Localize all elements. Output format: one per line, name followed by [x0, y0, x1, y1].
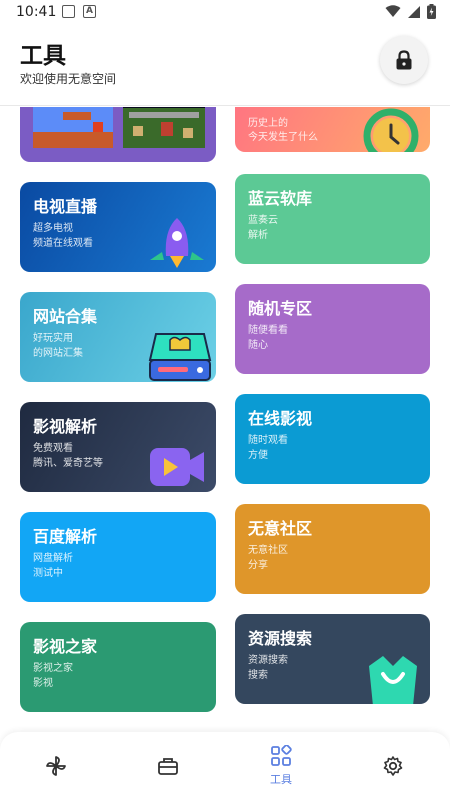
game-card[interactable]: [20, 107, 216, 162]
status-bar: 10:41 A: [0, 0, 450, 26]
nav-toolbox[interactable]: [112, 732, 224, 800]
card-line1: 历史上的: [248, 118, 288, 129]
system-status-icons: [385, 4, 436, 19]
video-camera-icon: [150, 448, 204, 486]
card-line2: 方便: [248, 450, 268, 461]
card-title: 影视之家: [33, 637, 98, 656]
signal-icon: [408, 5, 420, 18]
gear-icon: [383, 756, 403, 776]
video-parse-card[interactable]: 影视解析 免费观看 腾讯、爱奇艺等: [20, 402, 216, 492]
card-line2: 搜索: [248, 670, 268, 681]
baidu-parse-card[interactable]: 百度解析 网盘解析 测试中: [20, 512, 216, 602]
card-title: 在线影视: [248, 409, 313, 428]
card-line2: 解析: [248, 230, 268, 241]
pinwheel-icon: [46, 756, 66, 776]
lock-button[interactable]: [380, 36, 428, 84]
toolbox-icon: [158, 758, 178, 775]
gallery-notification-icon: [62, 5, 75, 18]
card-line1: 资源搜索: [248, 655, 288, 666]
card-line1: 影视之家: [33, 663, 73, 674]
card-line1: 网盘解析: [33, 553, 73, 564]
history-today-card[interactable]: 历史上的 今天发生了什么: [235, 107, 430, 152]
card-line1: 无意社区: [248, 545, 288, 556]
clock-history-icon: [363, 108, 419, 152]
rocket-icon: [150, 218, 204, 268]
card-title: 影视解析: [33, 417, 98, 436]
card-line1: 蓝奏云: [248, 215, 278, 226]
card-line2: 分享: [248, 560, 268, 571]
card-line1: 免费观看: [33, 443, 73, 454]
game-screenshot-image: [33, 107, 205, 148]
card-title: 资源搜索: [248, 629, 313, 648]
tool-card-grid[interactable]: 历史上的 今天发生了什么 电视直播 超多电视 频道在线观看 蓝云软库 蓝奏云 解…: [0, 107, 450, 732]
hard-drive-icon: [148, 333, 212, 381]
text-notification-icon: A: [83, 5, 96, 18]
battery-icon: [427, 4, 436, 19]
nav-settings[interactable]: [337, 732, 449, 800]
card-line2: 测试中: [33, 568, 63, 579]
tools-grid-icon: [271, 745, 292, 766]
tv-live-card[interactable]: 电视直播 超多电视 频道在线观看: [20, 182, 216, 272]
card-line2: 随心: [248, 340, 268, 351]
card-line2: 的网站汇集: [33, 348, 83, 359]
card-title: 随机专区: [248, 299, 313, 318]
bottom-navigation: 工具: [0, 732, 450, 800]
lock-icon: [396, 50, 412, 70]
card-title: 网站合集: [33, 307, 98, 326]
card-line1: 随时观看: [248, 435, 288, 446]
notification-icons: A: [62, 5, 96, 18]
card-line2: 今天发生了什么: [248, 132, 318, 143]
resource-search-card[interactable]: 资源搜索 资源搜索 搜索: [235, 614, 430, 704]
card-title: 无意社区: [248, 519, 313, 538]
card-title: 蓝云软库: [248, 189, 313, 208]
card-line1: 随便看看: [248, 325, 288, 336]
card-line2: 影视: [33, 678, 53, 689]
nav-tools-label: 工具: [270, 773, 292, 786]
lanzou-soft-card[interactable]: 蓝云软库 蓝奏云 解析: [235, 174, 430, 264]
random-zone-card[interactable]: 随机专区 随便看看 随心: [235, 284, 430, 374]
card-title: 电视直播: [33, 197, 98, 216]
nav-tools[interactable]: 工具: [225, 732, 337, 800]
card-line2: 腾讯、爱奇艺等: [33, 458, 103, 469]
card-line2: 频道在线观看: [33, 238, 93, 249]
page-title: 工具: [20, 43, 66, 69]
wifi-icon: [385, 5, 401, 17]
shopping-bag-icon: [369, 656, 417, 704]
website-collection-card[interactable]: 网站合集 好玩实用 的网站汇集: [20, 292, 216, 382]
nav-home[interactable]: [0, 732, 112, 800]
community-card[interactable]: 无意社区 无意社区 分享: [235, 504, 430, 594]
app-header: 工具 欢迎使用无意空间: [0, 26, 450, 106]
online-video-card[interactable]: 在线影视 随时观看 方便: [235, 394, 430, 484]
card-line1: 好玩实用: [33, 333, 73, 344]
card-line1: 超多电视: [33, 223, 73, 234]
page-subtitle: 欢迎使用无意空间: [20, 72, 117, 86]
status-time: 10:41: [16, 4, 57, 20]
video-home-card[interactable]: 影视之家 影视之家 影视: [20, 622, 216, 712]
card-title: 百度解析: [33, 527, 98, 546]
